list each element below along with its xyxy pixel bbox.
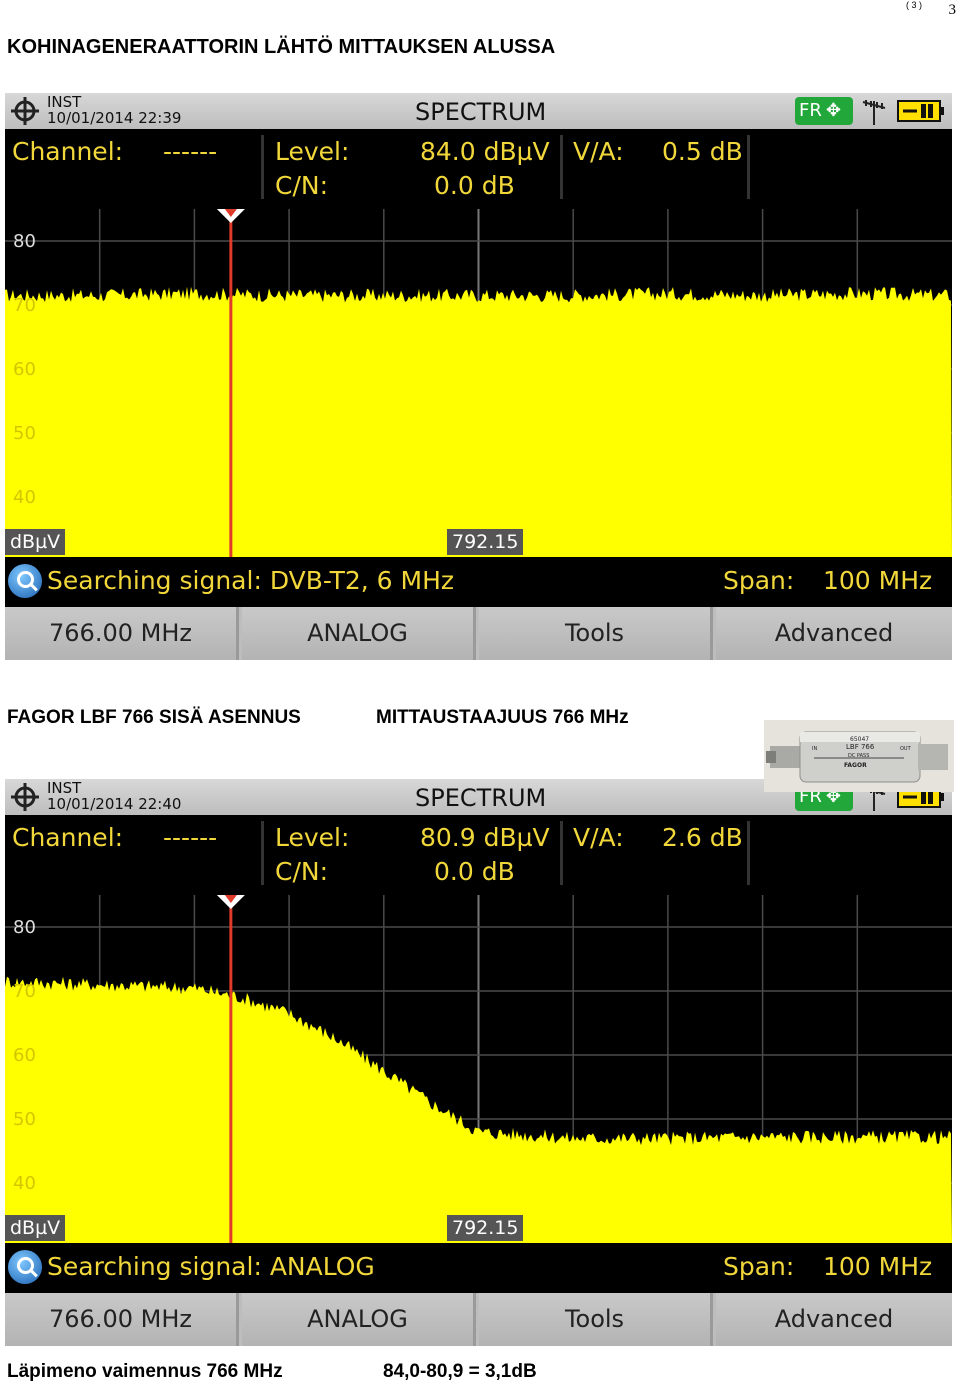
span-value[interactable]: 100 MHz <box>823 1252 932 1281</box>
softkey-advanced[interactable]: Advanced <box>716 1293 952 1346</box>
measurement-readout: Channel: ------ Level: 80.9 dBµV C/N: 0.… <box>5 815 952 895</box>
separator <box>560 821 563 885</box>
inst-block: INST 10/01/2014 22:40 <box>47 780 181 812</box>
y-tick-label: 50 <box>13 423 36 444</box>
spectrum-chart: 80 70 60 50 40 <box>5 209 952 557</box>
top-bar: INST 10/01/2014 22:39 SPECTRUM FR ✥ <box>5 93 952 129</box>
separator <box>560 135 563 199</box>
span-label: Span: <box>723 1252 795 1281</box>
photo-text: FAGOR <box>844 762 867 769</box>
softkey-frequency[interactable]: 766.00 MHz <box>5 1293 239 1346</box>
inst-label: INST <box>47 779 82 797</box>
spectrum-screen-2: INST 10/01/2014 22:40 SPECTRUM FR ✥ Channe… <box>5 779 952 1346</box>
caption-result: 84,0-80,9 = 3,1dB <box>383 1361 537 1382</box>
crosshair-icon <box>11 97 39 125</box>
page-title: KOHINAGENERAATTORIN LÄHTÖ MITTAUKSEN ALU… <box>7 36 556 58</box>
photo-text: 65047 <box>850 736 869 743</box>
level-label: Level: <box>275 823 350 852</box>
spectrum-chart: 80 70 60 50 40 <box>5 895 952 1243</box>
caption-attenuation: Läpimeno vaimennus 766 MHz <box>7 1361 283 1382</box>
page-number: 3 <box>948 2 957 18</box>
softkey-analog[interactable]: ANALOG <box>242 607 476 660</box>
status-text: Searching signal: DVB-T2, 6 MHz <box>47 566 455 595</box>
inst-label: INST <box>47 93 82 111</box>
status-bar: Searching signal: DVB-T2, 6 MHz Span: 10… <box>5 557 952 607</box>
y-tick-label: 60 <box>13 1045 36 1066</box>
cn-value: 0.0 dB <box>434 857 515 886</box>
va-label: V/A: <box>573 823 624 852</box>
softkey-advanced[interactable]: Advanced <box>716 607 952 660</box>
page-number-small: ( 3 ) <box>905 0 922 10</box>
status-text: Searching signal: ANALOG <box>47 1252 375 1281</box>
antenna-icon <box>862 100 886 125</box>
y-tick-label: 80 <box>13 231 36 252</box>
y-tick-label: 50 <box>13 1109 36 1130</box>
measurement-readout: Channel: ------ Level: 84.0 dBµV C/N: 0.… <box>5 129 952 209</box>
y-tick-label: 60 <box>13 359 36 380</box>
softkey-analog[interactable]: ANALOG <box>242 1293 476 1346</box>
photo-text: OUT <box>900 746 912 752</box>
y-tick-label: 80 <box>13 917 36 938</box>
spectrum-screen-1: INST 10/01/2014 22:39 SPECTRUM FR ✥ Channe… <box>5 93 952 660</box>
caption-product: FAGOR LBF 766 SISÄ ASENNUS <box>7 707 301 728</box>
separator <box>261 135 264 199</box>
level-label: Level: <box>275 137 350 166</box>
cn-value: 0.0 dB <box>434 171 515 200</box>
unit-label: dBµV <box>5 529 66 555</box>
photo-text: LBF 766 <box>846 743 875 751</box>
screen-title: SPECTRUM <box>415 98 547 126</box>
center-frequency: 792.15 <box>447 529 524 555</box>
softkey-tools[interactable]: Tools <box>479 1293 713 1346</box>
y-tick-label: 40 <box>13 1173 36 1194</box>
move-arrows-icon: ✥ <box>825 100 841 121</box>
status-bar: Searching signal: ANALOG Span: 100 MHz <box>5 1243 952 1293</box>
battery-icon <box>897 100 944 122</box>
level-value: 84.0 dBµV <box>420 137 550 166</box>
va-value: 0.5 dB <box>662 137 743 166</box>
va-value: 2.6 dB <box>662 823 743 852</box>
fr-label: FR <box>799 100 822 121</box>
screen-title: SPECTRUM <box>415 784 547 812</box>
search-icon <box>8 1250 42 1284</box>
y-tick-label: 70 <box>13 981 36 1002</box>
crosshair-icon <box>11 783 39 811</box>
cn-label: C/N: <box>275 171 329 200</box>
filter-product-photo: 65047 LBF 766 IN OUT DC PASS FAGOR <box>764 720 954 792</box>
softkey-bar: 766.00 MHz ANALOG Tools Advanced <box>5 607 952 660</box>
y-tick-label: 40 <box>13 487 36 508</box>
caption-frequency: MITTAUSTAAJUUS 766 MHz <box>376 707 629 728</box>
softkey-frequency[interactable]: 766.00 MHz <box>5 607 239 660</box>
filter-photo-image: 65047 LBF 766 IN OUT DC PASS FAGOR <box>764 720 954 792</box>
channel-label: Channel: <box>12 823 124 852</box>
y-tick-label: 70 <box>13 295 36 316</box>
softkey-tools[interactable]: Tools <box>479 607 713 660</box>
separator <box>261 821 264 885</box>
spectrum-plot[interactable]: 80 70 60 50 40 dBµV 792.15 <box>5 895 952 1243</box>
spectrum-trace <box>5 286 952 557</box>
va-label: V/A: <box>573 137 624 166</box>
center-frequency: 792.15 <box>447 1215 524 1241</box>
level-value: 80.9 dBµV <box>420 823 550 852</box>
separator <box>747 821 750 885</box>
inst-block: INST 10/01/2014 22:39 <box>47 94 181 126</box>
channel-value: ------ <box>163 137 218 166</box>
datetime: 10/01/2014 22:39 <box>47 109 182 127</box>
span-value[interactable]: 100 MHz <box>823 566 932 595</box>
span-label: Span: <box>723 566 795 595</box>
cn-label: C/N: <box>275 857 329 886</box>
separator <box>747 135 750 199</box>
datetime: 10/01/2014 22:40 <box>47 795 182 813</box>
fr-badge[interactable]: FR ✥ <box>795 97 853 125</box>
channel-label: Channel: <box>12 137 124 166</box>
unit-label: dBµV <box>5 1215 66 1241</box>
channel-value: ------ <box>163 823 218 852</box>
spectrum-plot[interactable]: 80 70 60 50 40 dBµV 792.15 <box>5 209 952 557</box>
search-icon <box>8 564 42 598</box>
softkey-bar: 766.00 MHz ANALOG Tools Advanced <box>5 1293 952 1346</box>
photo-text: IN <box>812 746 817 752</box>
